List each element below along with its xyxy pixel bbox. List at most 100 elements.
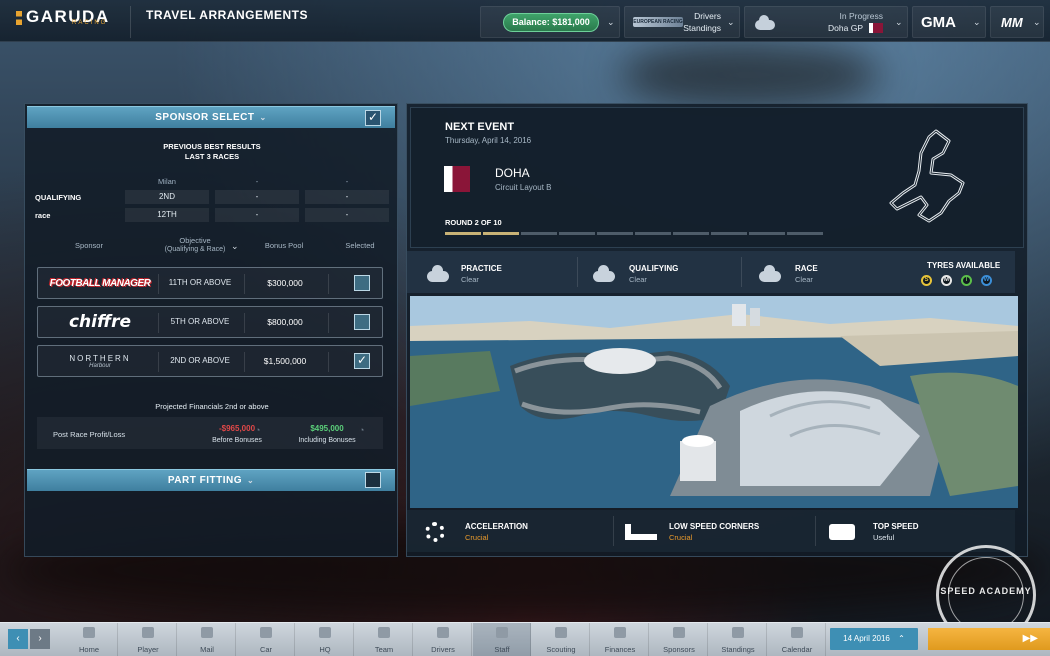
- qatar-flag-icon: [444, 166, 470, 192]
- sponsor-select-checkbox[interactable]: [365, 110, 381, 126]
- info-icon[interactable]: ◔: [359, 425, 364, 435]
- sponsor-checkbox[interactable]: [354, 353, 370, 369]
- characteristic-value: Useful: [873, 533, 895, 542]
- sponsor-name: NORTHERN: [69, 353, 131, 363]
- projected-financials-title: Projected Financials 2nd or above: [155, 402, 269, 411]
- continue-button[interactable]: ▶▶: [928, 628, 1050, 650]
- chevron-down-icon: ⌄: [607, 17, 615, 27]
- round-segment: [711, 232, 747, 235]
- nav-item-player[interactable]: Player: [119, 623, 177, 656]
- chevron-down-icon: ⌄: [246, 476, 255, 485]
- nav-label: Calendar: [781, 645, 813, 654]
- player-icon: [142, 627, 154, 638]
- nav-item-calendar[interactable]: Calendar: [768, 623, 826, 656]
- gear-icon: [425, 522, 445, 542]
- nav-item-car[interactable]: Car: [237, 623, 295, 656]
- sponsors-icon: [673, 627, 685, 638]
- nav-label: Standings: [721, 645, 755, 654]
- bottom-nav: ‹ › 14 April 2016 ⌃ ▶▶ Home Player Mail Car…: [0, 622, 1050, 656]
- col-bonus-header: Bonus Pool: [264, 241, 304, 250]
- sponsor-row[interactable]: chiffre 5TH OR ABOVE $800,000: [37, 306, 383, 338]
- profit-label: Post Race Profit/Loss: [53, 430, 126, 439]
- financials-box: Post Race Profit/Loss -$965,000 Before B…: [37, 417, 383, 449]
- track-map-icon: [889, 129, 965, 223]
- race-name: Doha GP: [828, 23, 863, 33]
- series-button[interactable]: GMA ⌄: [912, 6, 986, 38]
- nav-label: Sponsors: [663, 645, 695, 654]
- nav-label: Scouting: [546, 645, 576, 654]
- back-arrow-icon[interactable]: ‹: [8, 629, 28, 649]
- fast-forward-icon: ▶▶: [1022, 633, 1038, 644]
- tyre-icon: M: [941, 275, 952, 286]
- divider: [244, 313, 245, 333]
- race-column: Milan: [158, 177, 176, 186]
- race-status-box[interactable]: In Progress Doha GP ⌄: [744, 6, 908, 38]
- session-name: RACE: [795, 264, 818, 273]
- forward-arrow-icon[interactable]: ›: [30, 629, 50, 649]
- car-icon: [260, 627, 272, 638]
- sponsor-checkbox[interactable]: [354, 314, 370, 330]
- nav-label: Staff: [494, 645, 510, 654]
- brand-button[interactable]: MM ⌄: [990, 6, 1044, 38]
- circuit-layout: Circuit Layout B: [495, 183, 552, 192]
- sort-chevron-icon[interactable]: ⌄: [231, 241, 239, 252]
- nav-label: HQ: [319, 645, 331, 654]
- nav-label: Mail: [200, 645, 214, 654]
- logo-subtitle: RACING: [72, 20, 108, 26]
- cloud-icon: [427, 265, 449, 282]
- team-icon: [378, 627, 390, 638]
- scouting-icon: [555, 627, 567, 638]
- part-fitting-checkbox[interactable]: [365, 472, 381, 488]
- home-icon: [83, 627, 95, 638]
- nav-item-standings[interactable]: Standings: [709, 623, 767, 656]
- watermark-text: SPEED ACADEMY: [940, 586, 1032, 596]
- previous-results-title: PREVIOUS BEST RESULTS: [163, 142, 261, 151]
- before-bonuses-label: Before Bonuses: [212, 437, 262, 444]
- top-bar: GARUDA RACING TRAVEL ARRANGEMENTS Balanc…: [0, 0, 1050, 42]
- nav-item-hq[interactable]: HQ: [296, 623, 354, 656]
- race-column: -: [345, 177, 349, 186]
- tyre-icon: S: [921, 275, 932, 286]
- standings-line1: Drivers: [694, 11, 721, 21]
- divider: [613, 516, 614, 546]
- nav-label: Finances: [604, 645, 636, 654]
- col-selected-header: Selected: [345, 241, 375, 250]
- characteristic-name: ACCELERATION: [465, 522, 528, 531]
- event-date: Thursday, April 14, 2016: [445, 136, 532, 145]
- nav-item-mail[interactable]: Mail: [178, 623, 236, 656]
- nav-item-team[interactable]: Team: [355, 623, 413, 656]
- nav-item-drivers[interactable]: Drivers: [414, 623, 472, 656]
- drivers-icon: [437, 627, 449, 638]
- chevron-down-icon: ⌄: [973, 17, 981, 27]
- session-weather: Clear: [461, 275, 479, 284]
- nav-item-scouting[interactable]: Scouting: [532, 623, 590, 656]
- calendar-date-button[interactable]: 14 April 2016 ⌃: [830, 628, 918, 650]
- event-info-box: NEXT EVENT Thursday, April 14, 2016 DOHA…: [410, 107, 1024, 248]
- info-icon[interactable]: ◔: [255, 425, 260, 435]
- divider: [577, 257, 578, 287]
- nav-item-finances[interactable]: Finances: [591, 623, 649, 656]
- next-event-title: NEXT EVENT: [445, 121, 515, 133]
- sponsor-row[interactable]: NORTHERN Harbour 2ND OR ABOVE $1,500,000: [37, 345, 383, 377]
- football-manager-logo: FOOTBALL MANAGER: [48, 272, 152, 294]
- nav-item-sponsors[interactable]: Sponsors: [650, 623, 708, 656]
- sponsor-row[interactable]: FOOTBALL MANAGER 11TH OR ABOVE $300,000: [37, 267, 383, 299]
- sponsor-checkbox[interactable]: [354, 275, 370, 291]
- balance-box[interactable]: Balance: $181,000 ⌄: [480, 6, 620, 38]
- nav-item-staff[interactable]: Staff: [473, 623, 531, 656]
- round-segment: [749, 232, 785, 235]
- round-segment: [559, 232, 595, 235]
- mail-icon: [201, 627, 213, 638]
- nav-item-home[interactable]: Home: [60, 623, 118, 656]
- chevron-down-icon: ⌄: [727, 17, 735, 27]
- sponsor-name: chiffre: [68, 312, 132, 332]
- nav-label: Team: [374, 645, 394, 654]
- sponsor-select-header[interactable]: SPONSOR SELECT ⌄: [27, 106, 395, 128]
- chevron-up-icon: ⌃: [898, 634, 905, 643]
- col-objective-header[interactable]: Objective: [153, 236, 237, 245]
- round-segment: [445, 232, 481, 235]
- standings-button[interactable]: EUROPEAN RACING Drivers Standings ⌄: [624, 6, 740, 38]
- nav-label: Drivers: [431, 645, 455, 654]
- part-fitting-header[interactable]: PART FITTING ⌄: [27, 469, 395, 491]
- sponsor-panel: SPONSOR SELECT ⌄ PREVIOUS BEST RESULTS LA…: [24, 103, 398, 557]
